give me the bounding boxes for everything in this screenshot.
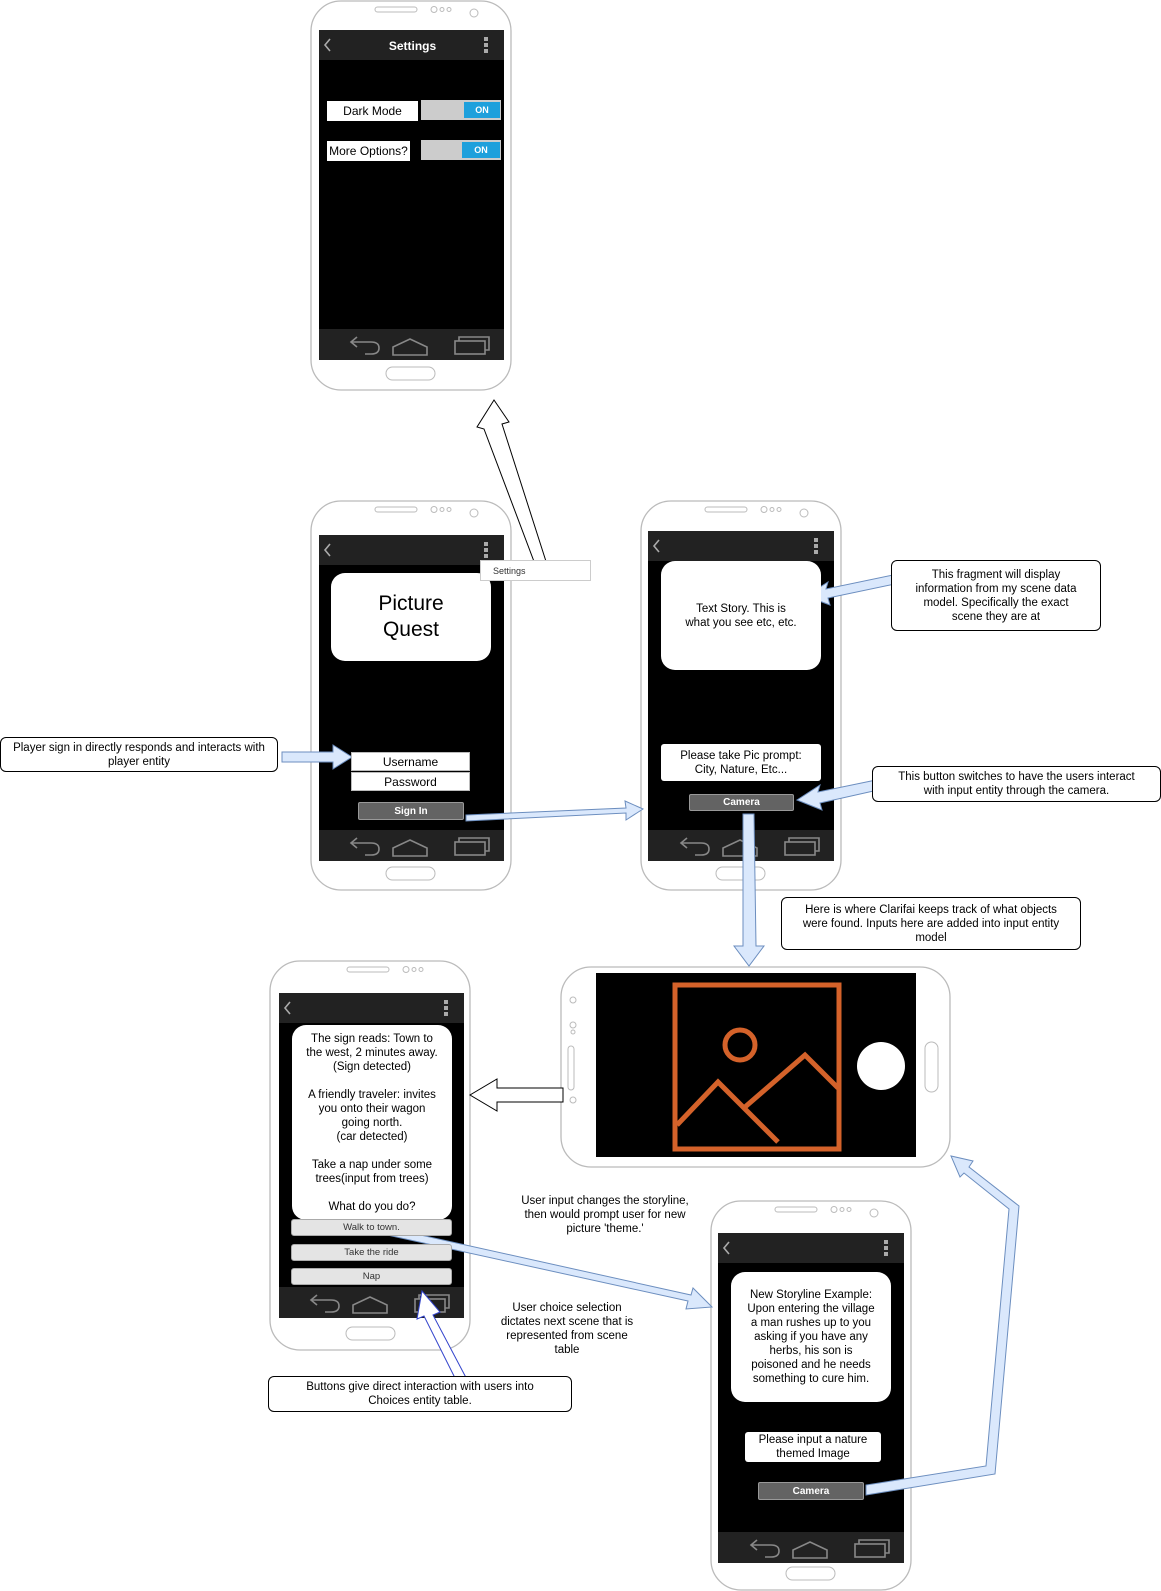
camera-phone bbox=[560, 966, 951, 1168]
camera-button[interactable]: Camera bbox=[689, 794, 794, 811]
sign-in-button[interactable]: Sign In bbox=[358, 802, 464, 820]
dark-mode-toggle[interactable]: ON bbox=[464, 102, 500, 118]
app-title: Picture Quest bbox=[331, 573, 491, 661]
note-buttons: Buttons give direct interaction with use… bbox=[268, 1376, 572, 1412]
note-fragment-display: This fragment will display information f… bbox=[891, 560, 1101, 631]
settings-menu-item[interactable]: Settings bbox=[480, 560, 591, 581]
story-card: Text Story. This is what you see etc, et… bbox=[661, 561, 821, 670]
password-field[interactable]: Password bbox=[351, 772, 470, 791]
photo-prompt: Please take Pic prompt: City, Nature, Et… bbox=[661, 744, 821, 781]
note-camera-button: This button switches to have the users i… bbox=[872, 766, 1161, 802]
choices-story-card: The sign reads: Town to the west, 2 minu… bbox=[292, 1025, 452, 1220]
choice-ride-button[interactable]: Take the ride bbox=[291, 1244, 452, 1261]
storyboard-canvas: Settings Dark Mode ON More Options? ON P… bbox=[0, 0, 1161, 1591]
new-story-camera-button[interactable]: Camera bbox=[758, 1482, 864, 1500]
new-story-card: New Storyline Example: Upon entering the… bbox=[731, 1272, 891, 1402]
more-options-toggle[interactable]: ON bbox=[462, 142, 500, 158]
note-user-input: User input changes the storyline, then w… bbox=[521, 1195, 689, 1235]
choice-walk-button[interactable]: Walk to town. bbox=[291, 1219, 452, 1236]
story-phone bbox=[640, 500, 842, 891]
more-options-label: More Options? bbox=[327, 141, 410, 161]
choice-nap-button[interactable]: Nap bbox=[291, 1268, 452, 1285]
note-clarifai: Here is where Clarifai keeps track of wh… bbox=[781, 897, 1081, 950]
nature-prompt: Please input a nature themed Image bbox=[745, 1432, 881, 1462]
settings-phone bbox=[310, 0, 512, 391]
settings-title: Settings bbox=[388, 39, 437, 53]
note-user-choice: User choice selection dictates next scen… bbox=[500, 1302, 634, 1356]
username-field[interactable]: Username bbox=[351, 752, 470, 771]
dark-mode-label: Dark Mode bbox=[327, 101, 418, 121]
note-player-sign-in: Player sign in directly responds and int… bbox=[0, 737, 278, 772]
